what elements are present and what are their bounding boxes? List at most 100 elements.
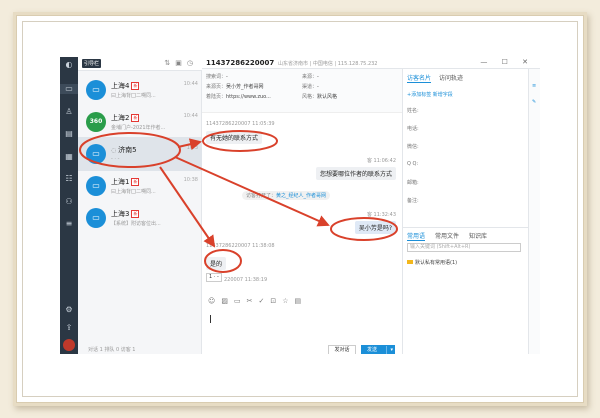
tab-knowledge-base[interactable]: 知识库 <box>469 231 487 240</box>
field-label: 渠道： <box>302 84 318 90</box>
field-value: - <box>317 84 319 90</box>
field-wechat[interactable]: 微信: <box>407 143 419 150</box>
message-meta: 11437286220007 11:05:39 <box>206 121 275 127</box>
window-controls[interactable]: — ☐ ✕ <box>480 58 534 66</box>
field-label: 着陆页： <box>206 94 227 100</box>
new-badge: 新 <box>131 82 140 90</box>
chat-messages: 11437286220007 11:05:39 有无她的联系方式 客 11:06… <box>202 113 402 289</box>
monitor-icon: ▭ <box>86 144 106 164</box>
list-item[interactable]: ▭ 上海1 新 曰上海背囗二嗍同... 10:38 <box>78 169 202 203</box>
add-tag-actions[interactable]: +添加标签 新增字段 <box>407 91 453 98</box>
monitor-icon[interactable]: ▤ <box>64 129 74 139</box>
list-footer[interactable]: 对话 1 排队 0 访客 1 <box>78 346 202 354</box>
new-badge: 新 <box>131 210 140 218</box>
list-item[interactable]: 360 上海2 新 金埔门户-2021年作者... 10:44 <box>78 105 202 139</box>
item-time: 10:3 <box>186 145 198 151</box>
close-chat-button[interactable]: 发对话 <box>328 345 356 354</box>
item-preview: 曰上海背囗二嗍同... <box>111 189 156 195</box>
message-bubble: 您想要哪位作者的联系方式 <box>315 167 396 180</box>
menu-icon[interactable]: ≡ <box>532 83 536 89</box>
message-bubble: 有无她的联系方式 <box>206 131 263 144</box>
list-icon[interactable]: ≡ <box>64 219 74 229</box>
field-label: 风格： <box>302 94 318 100</box>
message-meta: 11437286220007 11:38:08 <box>206 243 275 249</box>
left-rail: ◐ ▭ ♙ ▤ ▦ ☷ ⚇ ≡ ⚙ ⇪ <box>60 57 78 354</box>
field-value: - <box>226 74 228 80</box>
chat-icon[interactable]: ▭ <box>60 84 78 94</box>
item-preview: 【系统】附访客位出... <box>111 221 161 227</box>
file-icon[interactable]: ▭ <box>234 297 247 305</box>
field-email[interactable]: 邮箱: <box>407 179 419 186</box>
keyword-search-input[interactable]: 输入关键词 (Shift+Alt+R) <box>407 243 521 252</box>
item-name: 上海4 <box>111 82 130 90</box>
bookmark-icon[interactable]: ⊡ <box>270 297 282 305</box>
field-qq[interactable]: Q Q: <box>407 161 418 167</box>
system-link[interactable]: 黄之_经纪人_作者哥网 <box>276 193 326 199</box>
list-item[interactable]: ▭ 上海4 新 曰上海背囗二嗍同... 10:44 <box>78 73 202 107</box>
message-input[interactable] <box>202 307 402 345</box>
message-meta: 客 11:06:42 <box>366 158 396 164</box>
session-list: 引导栏 ⇅▣◷ ▭ 上海4 新 曰上海背囗二嗍同... 10:44 360 上海2… <box>78 57 202 354</box>
logo-icon[interactable]: ◐ <box>64 60 74 70</box>
monitor-icon: ▭ <box>86 176 106 196</box>
edit-icon[interactable]: ✎ <box>532 99 536 105</box>
check-icon[interactable]: ✓ <box>258 297 270 305</box>
send-button[interactable]: 发送 ▾ <box>361 345 395 354</box>
system-notice: 访客打开了：黄之_经纪人_作者哥网 <box>242 191 331 200</box>
item-preview: - · - <box>111 156 120 162</box>
item-name: 上海1 <box>111 178 130 186</box>
item-name: 上海3 <box>111 210 130 218</box>
field-name[interactable]: 姓名: <box>407 107 419 114</box>
scissors-icon[interactable]: ✂ <box>247 297 259 305</box>
text-cursor <box>210 315 211 323</box>
item-preview: 金埔门户-2021年作者... <box>111 125 166 131</box>
field-note[interactable]: 备注: <box>407 197 419 204</box>
tab-common-phrases[interactable]: 常用语 <box>407 231 426 241</box>
tab-common-files[interactable]: 常用文件 <box>435 231 459 240</box>
new-badge: 新 <box>131 178 140 186</box>
item-name: 济南5 <box>118 146 137 154</box>
item-time: 10:38 <box>183 177 198 183</box>
contacts-icon[interactable]: ☷ <box>64 174 74 184</box>
tab-visit-trail[interactable]: 访问轨迹 <box>439 73 463 82</box>
field-value[interactable]: https://www.zuo... <box>226 94 271 100</box>
list-item-selected[interactable]: ▭ ◌ 济南5 - · - 10:3 <box>78 137 202 171</box>
phrase-folder[interactable]: 默认私有常用语(1) <box>407 259 457 266</box>
item-time: 10:44 <box>183 113 198 119</box>
item-time: 10:44 <box>183 81 198 87</box>
visitor-icon[interactable]: ⚇ <box>64 197 74 207</box>
folder-label: 默认私有常用语(1) <box>415 260 458 266</box>
field-value: - <box>317 74 319 80</box>
emoji-icon[interactable]: ☺ <box>208 297 221 305</box>
chat-app-window: ◐ ▭ ♙ ▤ ▦ ☷ ⚇ ≡ ⚙ ⇪ 引导栏 ⇅▣◷ ▭ 上海4 新 曰上海背囗… <box>60 57 540 354</box>
chat-toolbar: ☺▨▭✂✓⊡☆▤ <box>202 297 402 307</box>
visitor-location: 山东省济南市 | 中国电信 | 115.128.75.232 <box>278 61 378 67</box>
list-item[interactable]: ▭ 上海3 新 【系统】附访客位出... <box>78 201 202 235</box>
field-label: 来源页： <box>206 84 227 90</box>
quick-reply-tabs: 常用语 常用文件 知识库 <box>403 227 529 241</box>
user-icon[interactable]: ♙ <box>64 107 74 117</box>
message-bubble: 吴小芳是吗? <box>354 221 396 234</box>
field-phone[interactable]: 电话: <box>407 125 419 132</box>
monitor-icon: ▭ <box>86 80 106 100</box>
item-preview: 曰上海背囗二嗍同... <box>111 93 156 99</box>
360-logo-icon: 360 <box>86 112 106 132</box>
tab-guide[interactable]: 引导栏 <box>82 59 102 68</box>
star-icon[interactable]: ☆ <box>282 297 294 305</box>
new-badge: 新 <box>131 114 140 122</box>
note-icon[interactable]: ▤ <box>294 297 307 305</box>
settings-icon[interactable]: ⚙ <box>64 305 74 315</box>
chevron-down-icon[interactable]: ▾ <box>390 345 393 354</box>
list-header-icons[interactable]: ⇅▣◷ <box>164 59 198 67</box>
message-meta: 220007 11:38:19 <box>224 277 268 283</box>
item-name: 上海2 <box>111 114 130 122</box>
image-icon[interactable]: ▨ <box>221 297 234 305</box>
upload-icon[interactable]: ⇪ <box>64 323 74 333</box>
avatar[interactable] <box>63 339 75 351</box>
visitor-id: 11437286220007 <box>206 59 275 67</box>
tab-visitor-card[interactable]: 访客名片 <box>407 73 432 83</box>
system-text: 访客打开了： <box>246 193 277 199</box>
field-label: 搜索词： <box>206 74 227 80</box>
folder-icon <box>407 260 413 264</box>
ticket-icon[interactable]: ▦ <box>64 152 74 162</box>
